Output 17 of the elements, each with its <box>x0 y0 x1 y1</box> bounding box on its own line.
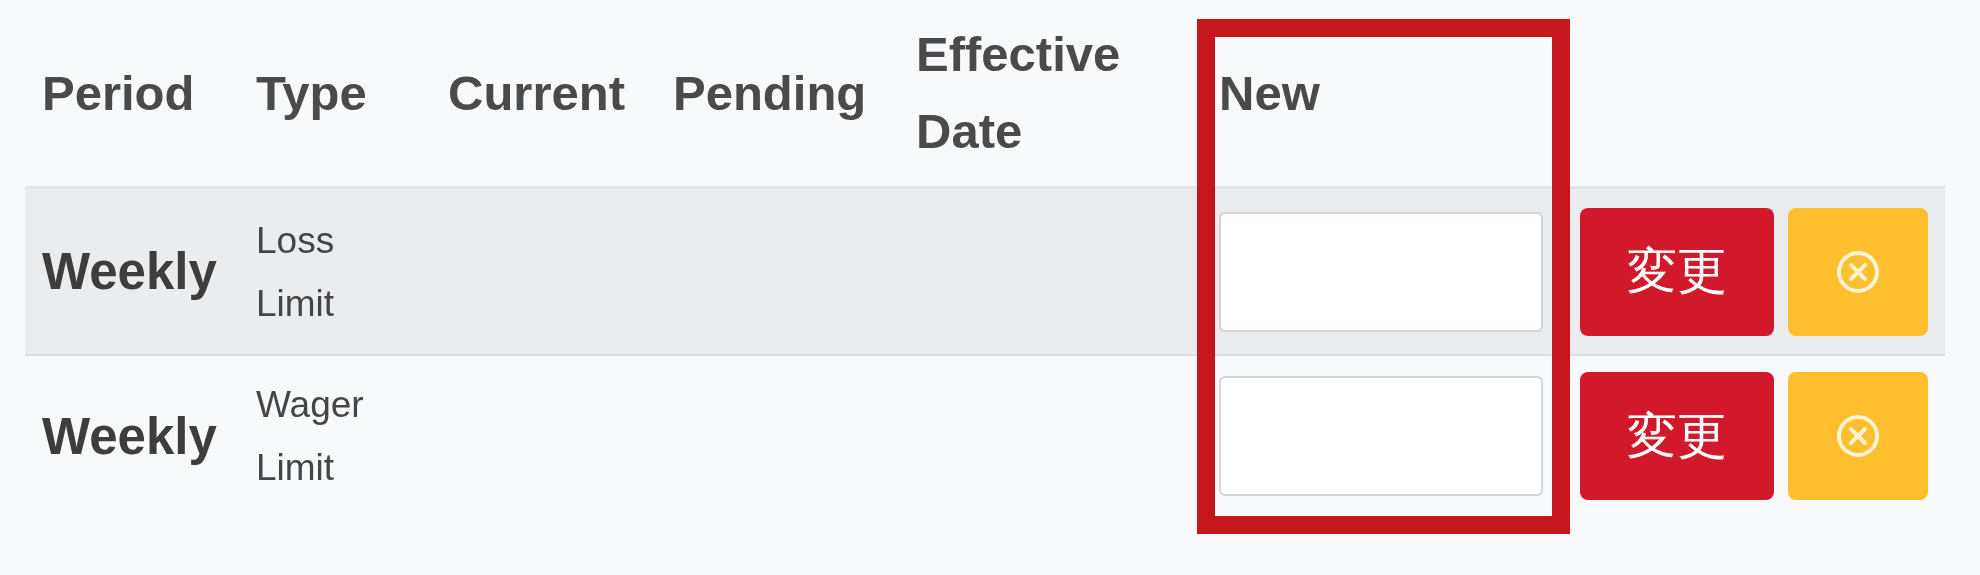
column-header: New <box>1219 64 1320 122</box>
new-limit-field[interactable] <box>1219 211 1543 332</box>
close-icon <box>1836 249 1880 294</box>
cancel-button[interactable] <box>1788 372 1928 500</box>
cancel-button[interactable] <box>1788 207 1928 336</box>
limit-type: Wager Limit <box>256 383 365 490</box>
column-header: Pending <box>673 64 867 122</box>
column-header: Current <box>448 64 625 122</box>
period-text: Weekly <box>42 407 217 465</box>
change-button[interactable]: 変更 <box>1580 372 1774 500</box>
change-button[interactable]: 変更 <box>1580 207 1774 336</box>
column-header: Period <box>42 64 195 122</box>
new-limit-field[interactable] <box>1219 376 1543 496</box>
limit-type: Loss Limit <box>256 218 336 326</box>
close-icon <box>1836 414 1880 458</box>
column-header: Type <box>256 64 367 122</box>
period-text: Weekly <box>42 243 217 300</box>
